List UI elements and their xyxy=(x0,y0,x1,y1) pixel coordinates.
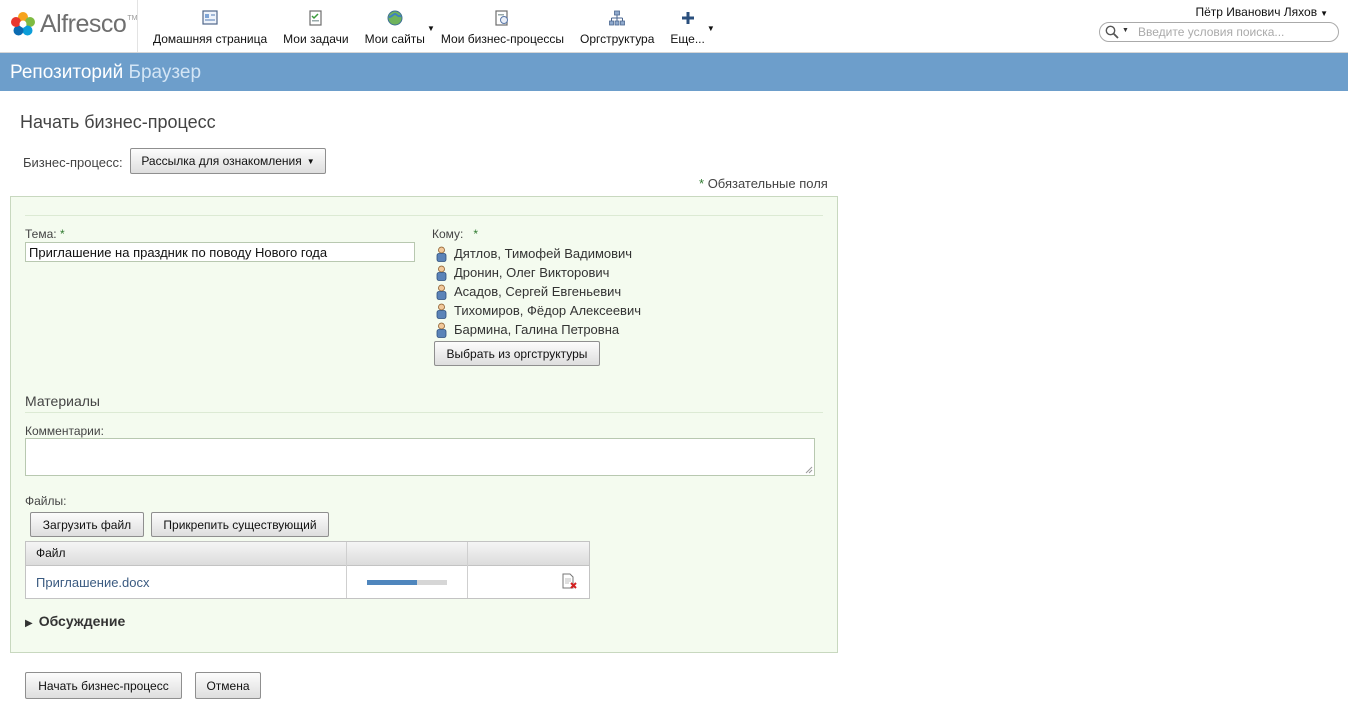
person-icon xyxy=(436,284,447,300)
assignee-item: Дронин, Олег Викторович xyxy=(433,263,641,282)
assignee-name: Дятлов, Тимофей Вадимович xyxy=(454,246,633,261)
page-heading: Начать бизнес-процесс xyxy=(20,112,216,132)
title-secondary[interactable]: Браузер xyxy=(129,62,202,83)
upload-file-button[interactable]: Загрузить файл xyxy=(30,512,144,537)
person-icon xyxy=(436,303,447,319)
nav-label: Мои задачи xyxy=(283,32,349,46)
required-star: * xyxy=(699,176,705,191)
nav-more[interactable]: Еще... ▼ xyxy=(662,0,715,52)
cancel-button[interactable]: Отмена xyxy=(195,672,261,699)
assignee-item: Асадов, Сергей Евгеньевич xyxy=(433,282,641,301)
alfresco-logo[interactable]: Alfresco TM xyxy=(10,8,140,40)
sites-globe-icon xyxy=(387,10,403,26)
files-table: Файл Приглашение.docx xyxy=(25,541,590,599)
workflow-type-selected: Рассылка для ознакомления xyxy=(141,154,302,168)
nav-label: Оргструктура xyxy=(580,32,655,46)
chevron-down-icon[interactable]: ▼ xyxy=(707,24,715,33)
workflow-type-dropdown[interactable]: Рассылка для ознакомления ▼ xyxy=(130,148,326,174)
search-box: ▼ xyxy=(1099,22,1339,42)
app-header: Alfresco TM Домашняя страница Мои задачи xyxy=(0,0,1348,53)
logo-text: Alfresco xyxy=(40,9,127,38)
main-nav: Домашняя страница Мои задачи Мои сайты ▼ xyxy=(145,0,715,52)
discussion-toggle[interactable]: ▶ Обсуждение xyxy=(25,613,125,629)
nav-my-tasks[interactable]: Мои задачи xyxy=(275,0,356,52)
assignee-item: Бармина, Галина Петровна xyxy=(433,320,641,339)
logo-trademark: TM xyxy=(127,14,138,22)
nav-label: Домашняя страница xyxy=(153,32,268,46)
nav-dashboard[interactable]: Домашняя страница xyxy=(145,0,275,52)
start-workflow-button[interactable]: Начать бизнес-процесс xyxy=(25,672,182,699)
nav-org-structure[interactable]: Оргструктура xyxy=(572,0,662,52)
workflows-icon xyxy=(495,10,509,26)
search-icon[interactable] xyxy=(1105,25,1119,39)
assignee-name: Тихомиров, Фёдор Алексеевич xyxy=(454,303,641,318)
subject-input[interactable] xyxy=(25,242,415,262)
materials-section-title: Материалы xyxy=(25,393,100,409)
plus-icon xyxy=(681,12,694,24)
dashboard-icon xyxy=(202,10,218,25)
assignee-name: Асадов, Сергей Евгеньевич xyxy=(454,284,622,299)
nav-label: Мои бизнес-процессы xyxy=(440,32,565,46)
expand-triangle-icon: ▶ xyxy=(25,618,33,629)
file-name[interactable]: Приглашение.docx xyxy=(36,575,150,590)
comments-textarea[interactable] xyxy=(25,438,815,476)
files-label: Файлы: xyxy=(25,494,67,508)
attach-existing-button[interactable]: Прикрепить существующий xyxy=(151,512,329,537)
discussion-label: Обсуждение xyxy=(38,613,126,629)
person-icon xyxy=(436,322,447,338)
materials-divider xyxy=(25,412,823,413)
workflow-type-label: Бизнес-процесс: xyxy=(23,155,123,170)
assignee-name: Дронин, Олег Викторович xyxy=(454,265,610,280)
nav-my-workflows[interactable]: Мои бизнес-процессы xyxy=(433,0,572,52)
nav-label: Еще... xyxy=(670,32,705,46)
person-icon xyxy=(436,246,447,262)
chevron-down-icon: ▼ xyxy=(1320,9,1328,18)
page-title-bar: Репозиторий Браузер xyxy=(0,53,1348,91)
assignee-item: Тихомиров, Фёдор Алексеевич xyxy=(433,301,641,320)
column-divider xyxy=(346,542,347,598)
column-header-file[interactable]: Файл xyxy=(36,546,66,560)
search-options-caret-icon[interactable]: ▼ xyxy=(1122,27,1129,34)
search-input[interactable] xyxy=(1138,24,1328,40)
required-fields-note: * Обязательные поля xyxy=(699,176,828,191)
upload-progress-bar xyxy=(367,580,447,585)
assignees-label: Кому: * xyxy=(432,227,479,241)
resize-grip-icon[interactable] xyxy=(805,466,813,474)
column-divider xyxy=(467,542,468,598)
nav-my-sites[interactable]: Мои сайты ▼ xyxy=(357,0,435,52)
user-menu[interactable]: Пётр Иванович Ляхов ▼ xyxy=(1195,5,1328,19)
org-structure-icon xyxy=(609,10,626,26)
title-bar-text: Репозиторий Браузер xyxy=(10,62,201,84)
user-name: Пётр Иванович Ляхов xyxy=(1195,5,1318,19)
pick-from-org-button[interactable]: Выбрать из оргструктуры xyxy=(434,341,600,366)
files-table-header: Файл xyxy=(26,542,589,566)
nav-label: Мои сайты xyxy=(364,32,425,46)
workflow-form: Тема: * Кому: * Дятлов, Тимофей Вадимови… xyxy=(10,196,838,653)
title-primary: Репозиторий xyxy=(10,62,124,83)
required-note-text: Обязательные поля xyxy=(707,176,828,191)
assignee-list: Дятлов, Тимофей Вадимович Дронин, Олег В… xyxy=(433,244,641,339)
tasks-icon xyxy=(309,10,322,26)
alfresco-flower-icon xyxy=(11,12,35,36)
assignee-name: Бармина, Галина Петровна xyxy=(454,322,620,337)
subject-label: Тема: * xyxy=(25,227,65,241)
form-divider xyxy=(25,215,823,216)
remove-file-icon[interactable] xyxy=(561,573,578,590)
comments-label: Комментарии: xyxy=(25,424,104,438)
chevron-down-icon: ▼ xyxy=(306,156,315,166)
person-icon xyxy=(436,265,447,281)
upload-progress-fill xyxy=(367,580,417,585)
header-divider xyxy=(137,0,138,52)
assignee-item: Дятлов, Тимофей Вадимович xyxy=(433,244,641,263)
